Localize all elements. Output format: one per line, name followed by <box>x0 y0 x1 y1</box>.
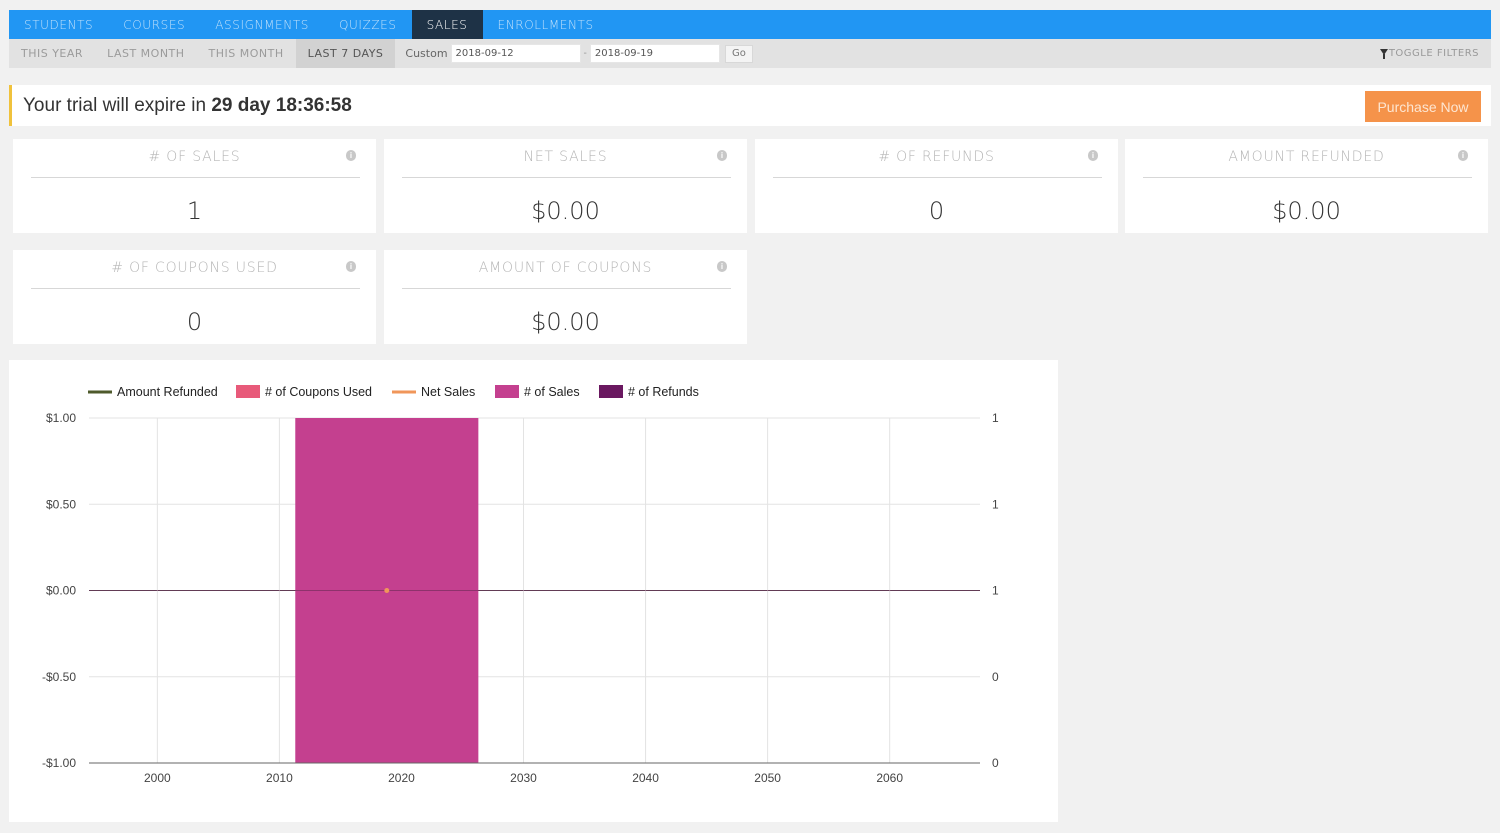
toggle-filters-label: TOGGLE FILTERS <box>1388 47 1479 59</box>
stat-value: 0 <box>186 308 203 336</box>
stat-divider <box>402 288 731 289</box>
stat-card-net-sales: NET SALES i $0.00 <box>384 139 747 233</box>
x-tick-label: 2000 <box>144 771 171 785</box>
legend-label: # of Coupons Used <box>265 385 372 399</box>
point-net-sales <box>384 588 390 593</box>
tab-students[interactable]: STUDENTS <box>9 10 108 39</box>
purchase-now-button[interactable]: Purchase Now <box>1365 91 1481 122</box>
stat-title: AMOUNT REFUNDED <box>1228 149 1385 165</box>
range-last-month[interactable]: LAST MONTH <box>95 39 196 68</box>
legend-label: # of Refunds <box>628 385 699 399</box>
x-tick-label: 2060 <box>876 771 903 785</box>
x-tick-label: 2030 <box>510 771 537 785</box>
filter-icon <box>1379 48 1388 59</box>
go-button[interactable]: Go <box>724 44 753 63</box>
stat-value: $0.00 <box>1272 197 1341 225</box>
trial-prefix: Your trial will expire in <box>23 94 212 116</box>
info-icon[interactable]: i <box>1088 150 1098 161</box>
y-left-tick-label: $0.50 <box>46 497 76 511</box>
trial-message: Your trial will expire in 29 day 18:36:5… <box>23 95 352 117</box>
range-this-year[interactable]: THIS YEAR <box>9 39 95 68</box>
stat-value: $0.00 <box>531 308 600 336</box>
y-left-tick-label: $1.00 <box>46 411 76 425</box>
trial-notice: Your trial will expire in 29 day 18:36:5… <box>9 85 1491 126</box>
range-tabs: THIS YEAR LAST MONTH THIS MONTH LAST 7 DAYS <box>9 39 396 68</box>
tab-quizzes[interactable]: QUIZZES <box>324 10 412 39</box>
stat-title: # OF COUPONS USED <box>111 260 278 276</box>
info-icon[interactable]: i <box>1458 150 1468 161</box>
stat-title: NET SALES <box>523 149 608 165</box>
legend-swatch-line <box>88 390 112 394</box>
tab-assignments[interactable]: ASSIGNMENTS <box>200 10 324 39</box>
range-last-7-days[interactable]: LAST 7 DAYS <box>295 39 396 68</box>
y-left-tick-label: $0.00 <box>46 584 76 598</box>
info-icon[interactable]: i <box>717 150 727 161</box>
stat-card-num-of-sales: # OF SALES i 1 <box>13 139 376 233</box>
x-tick-label: 2010 <box>266 771 293 785</box>
legend-label: # of Sales <box>524 385 580 399</box>
y-left-tick-label: -$0.50 <box>42 670 76 684</box>
x-tick-label: 2020 <box>388 771 415 785</box>
stat-divider <box>402 177 731 178</box>
y-right-tick-label: 1 <box>992 497 999 511</box>
stat-title: # OF SALES <box>148 149 241 165</box>
trial-remaining: 29 day 18:36:58 <box>211 94 352 116</box>
stat-title: # OF REFUNDS <box>878 149 995 165</box>
tab-sales[interactable]: SALES <box>411 10 483 39</box>
legend-swatch-box <box>495 385 519 398</box>
stat-value: $0.00 <box>531 197 600 225</box>
legend-swatch-box <box>599 385 623 398</box>
stat-divider <box>31 177 360 178</box>
date-from-input[interactable] <box>450 44 581 63</box>
info-icon[interactable]: i <box>717 261 727 272</box>
stat-card-num-of-coupons-used: # OF COUPONS USED i 0 <box>13 250 376 344</box>
stat-title: AMOUNT OF COUPONS <box>478 260 653 276</box>
chart-svg: $1.00 $0.50 $0.00 -$0.50 -$1.00 1 1 1 0 0 2000 2010… <box>42 385 999 785</box>
y-right-tick-label: 0 <box>992 756 999 770</box>
stat-divider <box>773 177 1102 178</box>
sales-chart: $1.00 $0.50 $0.00 -$0.50 -$1.00 1 1 1 0 0 2000 2010… <box>9 360 1058 822</box>
stat-value: 1 <box>186 197 203 225</box>
main-nav: STUDENTS COURSES ASSIGNMENTS QUIZZES SALES EN… <box>9 10 1491 39</box>
legend-label: Net Sales <box>421 385 475 399</box>
stat-divider <box>31 288 360 289</box>
stat-card-amount-of-coupons: AMOUNT OF COUPONS i $0.00 <box>384 250 747 344</box>
x-tick-label: 2040 <box>632 771 659 785</box>
date-to-input[interactable] <box>589 44 720 63</box>
legend-label: Amount Refunded <box>117 385 218 399</box>
stat-card-amount-refunded: AMOUNT REFUNDED i $0.00 <box>1125 139 1488 233</box>
y-right-tick-label: 0 <box>992 670 999 684</box>
stat-divider <box>1143 177 1472 178</box>
x-tick-label: 2050 <box>754 771 781 785</box>
stat-card-num-of-refunds: # OF REFUNDS i 0 <box>755 139 1118 233</box>
y-right-tick-label: 1 <box>992 411 999 425</box>
tab-enrollments[interactable]: ENROLLMENTS <box>483 10 609 39</box>
info-icon[interactable]: i <box>346 261 356 272</box>
custom-label: Custom <box>405 47 448 60</box>
legend-swatch-line <box>392 390 416 394</box>
stat-value: 0 <box>928 197 945 225</box>
info-icon[interactable]: i <box>346 150 356 161</box>
legend-swatch-box <box>236 385 260 398</box>
y-right-tick-label: 1 <box>992 584 999 598</box>
toggle-filters-button[interactable]: TOGGLE FILTERS <box>1379 39 1479 68</box>
tab-courses[interactable]: COURSES <box>108 10 200 39</box>
y-left-tick-label: -$1.00 <box>42 756 76 770</box>
date-separator: - <box>583 48 587 59</box>
range-this-month[interactable]: THIS MONTH <box>197 39 296 68</box>
filter-bar: THIS YEAR LAST MONTH THIS MONTH LAST 7 DAYS… <box>9 39 1491 68</box>
